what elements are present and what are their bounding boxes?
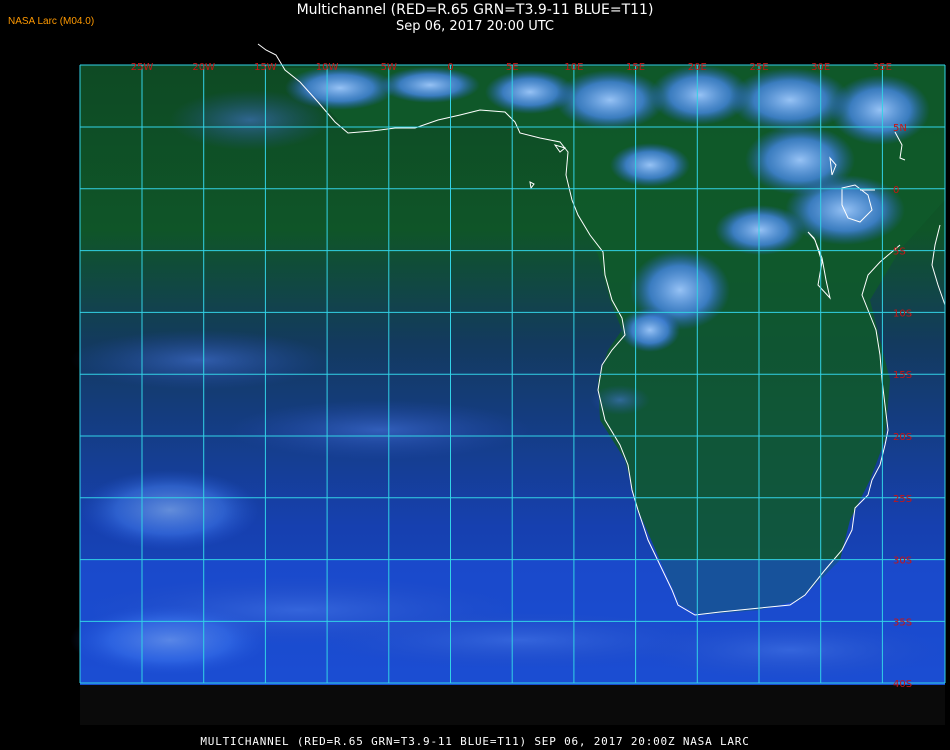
longitude-label: 35E: [873, 62, 892, 73]
longitude-label: 10E: [564, 62, 583, 73]
latitude-label: 20S: [893, 432, 912, 443]
latitude-label: 30S: [893, 556, 912, 567]
latitude-label: 40S: [893, 679, 912, 690]
longitude-label: 15E: [626, 62, 645, 73]
longitude-label: 10W: [316, 62, 339, 73]
longitude-label: 25E: [749, 62, 768, 73]
longitude-label: 25W: [131, 62, 154, 73]
longitude-label: 20W: [192, 62, 215, 73]
longitude-label: 15W: [254, 62, 277, 73]
latitude-label: 15S: [893, 370, 912, 381]
longitude-label: 5W: [381, 62, 397, 73]
latitude-label: 5N: [893, 123, 907, 134]
longitude-label: 20E: [688, 62, 707, 73]
latitude-label: 25S: [893, 494, 912, 505]
latitude-label: 5S: [893, 247, 906, 258]
latitude-label: 35S: [893, 617, 912, 628]
longitude-label: 0: [447, 62, 453, 73]
bottom-strip: [80, 685, 945, 725]
latitude-label: 0: [893, 185, 899, 196]
footer-caption: MULTICHANNEL (RED=R.65 GRN=T3.9-11 BLUE=…: [200, 735, 750, 748]
latitude-label: 10S: [893, 308, 912, 319]
longitude-label: 5E: [506, 62, 519, 73]
longitude-label: 30E: [811, 62, 830, 73]
satellite-map: 25W 20W 15W 10W 5W 0 5E 10E 15E 20E 25E 30E 35E 5N 0 5S…: [70, 43, 946, 725]
